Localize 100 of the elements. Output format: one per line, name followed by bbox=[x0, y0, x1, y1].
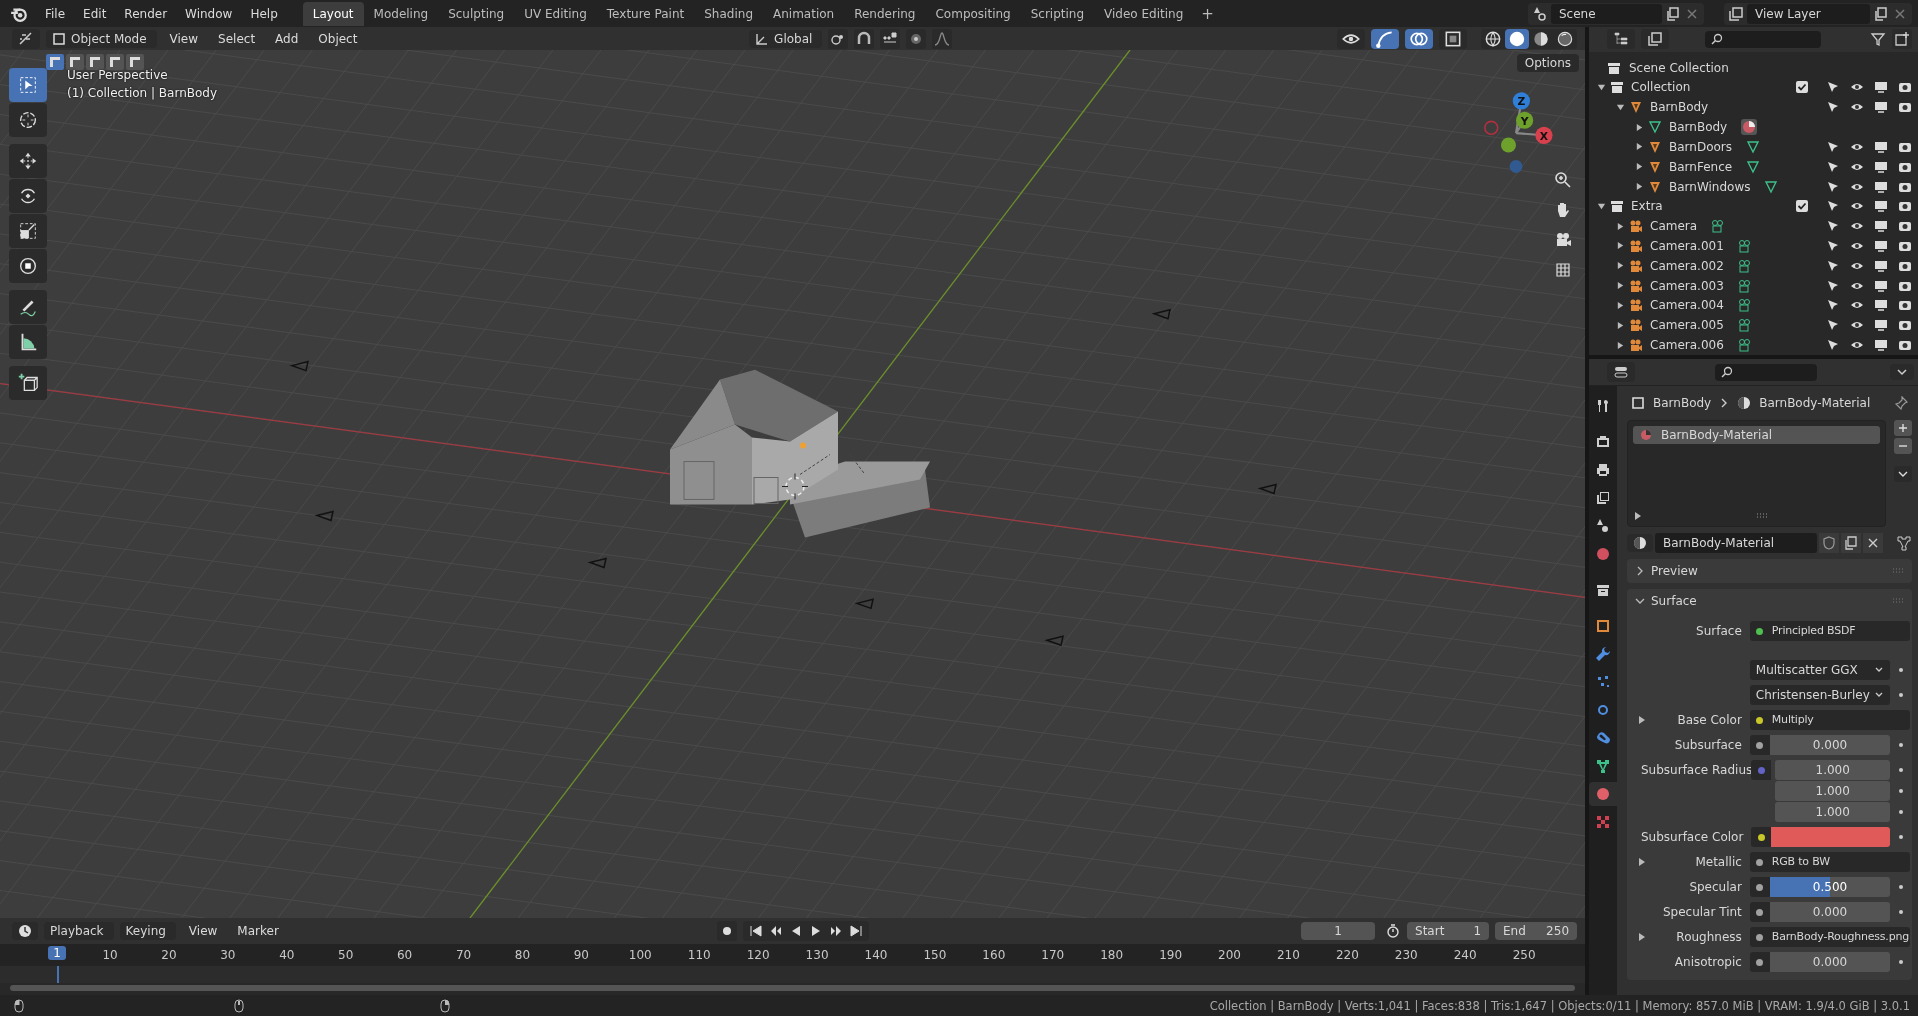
material-name-field[interactable]: BarnBody-Material bbox=[1655, 533, 1817, 553]
number-field[interactable]: 0.000 bbox=[1769, 952, 1891, 972]
tree-item[interactable]: Extra bbox=[1631, 199, 1663, 214]
workspace-tab[interactable]: Scripting bbox=[1020, 1, 1095, 26]
axis-label: Z bbox=[1517, 95, 1526, 109]
tree-item[interactable]: Camera.002 bbox=[1650, 258, 1724, 273]
menu-item[interactable]: Object bbox=[311, 28, 365, 49]
menu-item[interactable]: Playback bbox=[44, 922, 114, 940]
tree-item[interactable]: Camera.004 bbox=[1650, 298, 1724, 313]
menu-item[interactable]: File bbox=[38, 3, 73, 24]
tree-item[interactable]: BarnFence bbox=[1669, 159, 1733, 174]
material-slot[interactable]: BarnBody-Material bbox=[1633, 426, 1880, 444]
menu-item[interactable]: Edit bbox=[76, 3, 114, 24]
end-frame-field[interactable]: End 250 bbox=[1495, 922, 1577, 940]
workspace-tab[interactable]: Animation bbox=[763, 1, 845, 26]
breadcrumb-item: BarnBody-Material bbox=[1759, 396, 1871, 410]
frame-number: 160 bbox=[982, 948, 1006, 962]
property-label: Anisotropic bbox=[1674, 955, 1742, 969]
add-workspace-button[interactable]: + bbox=[1193, 2, 1222, 25]
menu-item[interactable]: View bbox=[162, 28, 206, 49]
number-field[interactable]: 1.000 bbox=[1775, 760, 1891, 780]
frame-number: 50 bbox=[338, 948, 354, 962]
frame-number: 80 bbox=[514, 948, 531, 962]
workspace-tab[interactable]: Layout bbox=[302, 1, 364, 26]
tree-item[interactable]: BarnBody bbox=[1650, 100, 1709, 115]
frame-number: 90 bbox=[573, 948, 589, 962]
frame-number: 130 bbox=[805, 948, 829, 962]
frame-number: 110 bbox=[687, 948, 711, 962]
axis-label: Y bbox=[1520, 114, 1529, 128]
tree-item[interactable]: BarnWindows bbox=[1669, 179, 1751, 194]
frame-number: 230 bbox=[1394, 948, 1418, 962]
menu-item[interactable]: Select bbox=[211, 28, 263, 49]
menu-item[interactable]: Help bbox=[243, 3, 285, 24]
number-field[interactable]: 0.000 bbox=[1769, 735, 1891, 755]
tree-item[interactable]: Camera.003 bbox=[1650, 278, 1724, 293]
tree-item[interactable]: Camera.001 bbox=[1650, 239, 1724, 253]
current-frame-field[interactable]: 1 bbox=[1301, 922, 1375, 940]
tree-item[interactable]: Camera bbox=[1650, 219, 1698, 234]
workspace-tab[interactable]: Sculpting bbox=[438, 1, 515, 26]
property-label: Subsurface Radius bbox=[1641, 763, 1753, 777]
workspace-tab[interactable]: Texture Paint bbox=[596, 1, 695, 26]
orientation-dropdown[interactable]: Global bbox=[749, 29, 823, 48]
menu-item[interactable]: View bbox=[181, 921, 225, 941]
tree-item[interactable]: Camera.005 bbox=[1650, 318, 1724, 333]
link-field[interactable]: Principled BSDF bbox=[1769, 621, 1911, 641]
workspace-tab[interactable]: Modeling bbox=[363, 1, 439, 26]
menu-item[interactable]: Keying bbox=[119, 922, 176, 940]
link-field[interactable]: RGB to BW bbox=[1769, 852, 1911, 872]
tree-item[interactable]: BarnDoors bbox=[1669, 139, 1733, 154]
tree-item[interactable]: BarnBody bbox=[1669, 120, 1728, 135]
property-label: Surface bbox=[1696, 624, 1742, 638]
link-field[interactable]: BarnBody-Roughness.png bbox=[1769, 927, 1911, 947]
menu-item[interactable]: Add bbox=[268, 28, 306, 49]
menu-item[interactable]: Render bbox=[117, 3, 175, 24]
frame-number: 180 bbox=[1100, 948, 1124, 962]
breadcrumb-item: BarnBody bbox=[1653, 396, 1712, 410]
axis-label: X bbox=[1539, 129, 1549, 143]
workspace-tab[interactable]: Compositing bbox=[925, 1, 1021, 26]
workspace-tab[interactable]: UV Editing bbox=[514, 1, 597, 26]
dropdown[interactable]: Christensen-Burley bbox=[1749, 685, 1891, 705]
frame-number: 120 bbox=[746, 948, 770, 962]
mode-dropdown[interactable]: Object Mode bbox=[46, 29, 157, 48]
panel-title[interactable]: Surface bbox=[1651, 594, 1697, 608]
frame-number: 250 bbox=[1512, 948, 1536, 962]
link-field[interactable]: Multiply bbox=[1769, 710, 1911, 730]
workspace-tab[interactable]: Shading bbox=[694, 1, 763, 26]
property-label: Metallic bbox=[1695, 855, 1742, 869]
viewport-info-text: User Perspective bbox=[67, 68, 169, 82]
current-frame-marker[interactable]: 1 bbox=[48, 946, 66, 960]
property-label: Specular Tint bbox=[1662, 905, 1742, 919]
frame-number: 40 bbox=[279, 948, 295, 962]
panel-title[interactable]: Preview bbox=[1651, 564, 1698, 578]
frame-number: 30 bbox=[220, 948, 236, 962]
slider-field[interactable]: 0.500 bbox=[1769, 877, 1891, 897]
frame-number: 140 bbox=[864, 948, 888, 962]
number-field[interactable]: 1.000 bbox=[1775, 781, 1891, 801]
menu-item[interactable]: Marker bbox=[230, 921, 286, 941]
number-field[interactable]: 0.000 bbox=[1769, 902, 1891, 922]
dropdown[interactable]: Multiscatter GGX bbox=[1749, 660, 1891, 680]
number-field[interactable]: 1.000 bbox=[1775, 802, 1891, 822]
frame-number: 150 bbox=[923, 948, 947, 962]
status-text: Collection | BarnBody | Verts:1,041 | Faces:838 | Tris:1,647 | Objects:0/11 | Memory: 857.0 MiB | VRAM: 1.9/4.0 GiB | 3.0.1 bbox=[1209, 998, 1910, 1013]
options-dropdown[interactable]: Options bbox=[1516, 54, 1579, 72]
tree-item[interactable]: Scene Collection bbox=[1629, 60, 1729, 75]
workspace-tab[interactable]: Rendering bbox=[844, 1, 926, 26]
workspace-tab[interactable]: Video Editing bbox=[1094, 1, 1194, 26]
frame-number: 20 bbox=[161, 948, 177, 962]
scene-field[interactable]: Scene bbox=[1551, 3, 1662, 24]
axis-gizmo-drawing[interactable]: Z Y X bbox=[1473, 88, 1559, 174]
property-label: Base Color bbox=[1677, 713, 1742, 727]
start-frame-field[interactable]: Start 1 bbox=[1407, 922, 1489, 940]
property-label: Subsurface bbox=[1674, 738, 1742, 752]
frame-number: 10 bbox=[102, 948, 118, 962]
view-layer-field[interactable]: View Layer bbox=[1747, 3, 1870, 24]
frame-number: 60 bbox=[397, 948, 413, 962]
frame-number: 190 bbox=[1159, 948, 1183, 962]
tree-item[interactable]: Camera.006 bbox=[1650, 338, 1724, 353]
menu-item[interactable]: Window bbox=[178, 3, 240, 24]
tree-item[interactable]: Collection bbox=[1631, 80, 1691, 95]
viewport-info-text: (1) Collection | BarnBody bbox=[67, 86, 218, 100]
